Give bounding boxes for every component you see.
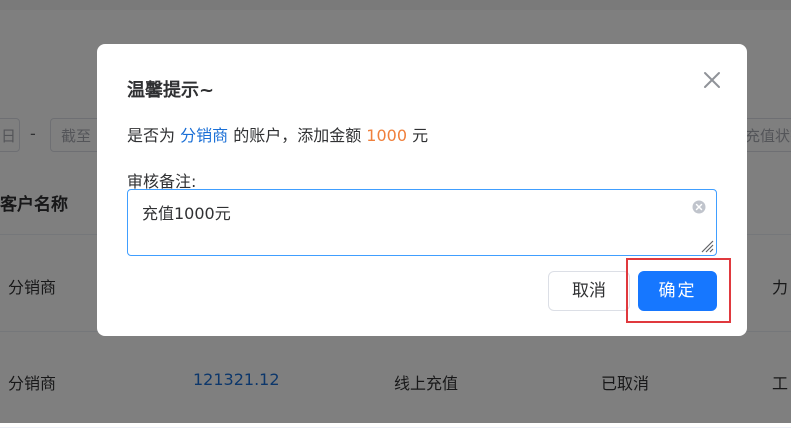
cancel-button[interactable]: 取消 <box>548 271 630 311</box>
close-icon <box>704 72 720 88</box>
confirm-highlight-box <box>626 258 731 323</box>
remark-field-wrapper: 充值1000元 <box>127 189 717 256</box>
clear-icon[interactable] <box>692 200 706 214</box>
dialog-message: 是否为 分销商 的账户，添加金额 1000 元 <box>127 122 428 146</box>
resize-handle-icon[interactable] <box>698 237 714 253</box>
message-middle: 的账户，添加金额 <box>228 126 367 145</box>
message-amount: 1000 <box>366 126 408 145</box>
dialog-title: 温馨提示~ <box>127 80 215 101</box>
close-button[interactable] <box>700 68 724 92</box>
message-prefix: 是否为 <box>127 126 181 145</box>
remark-textarea[interactable]: 充值1000元 <box>128 190 716 255</box>
message-suffix: 元 <box>407 126 429 145</box>
message-target: 分销商 <box>180 126 229 145</box>
